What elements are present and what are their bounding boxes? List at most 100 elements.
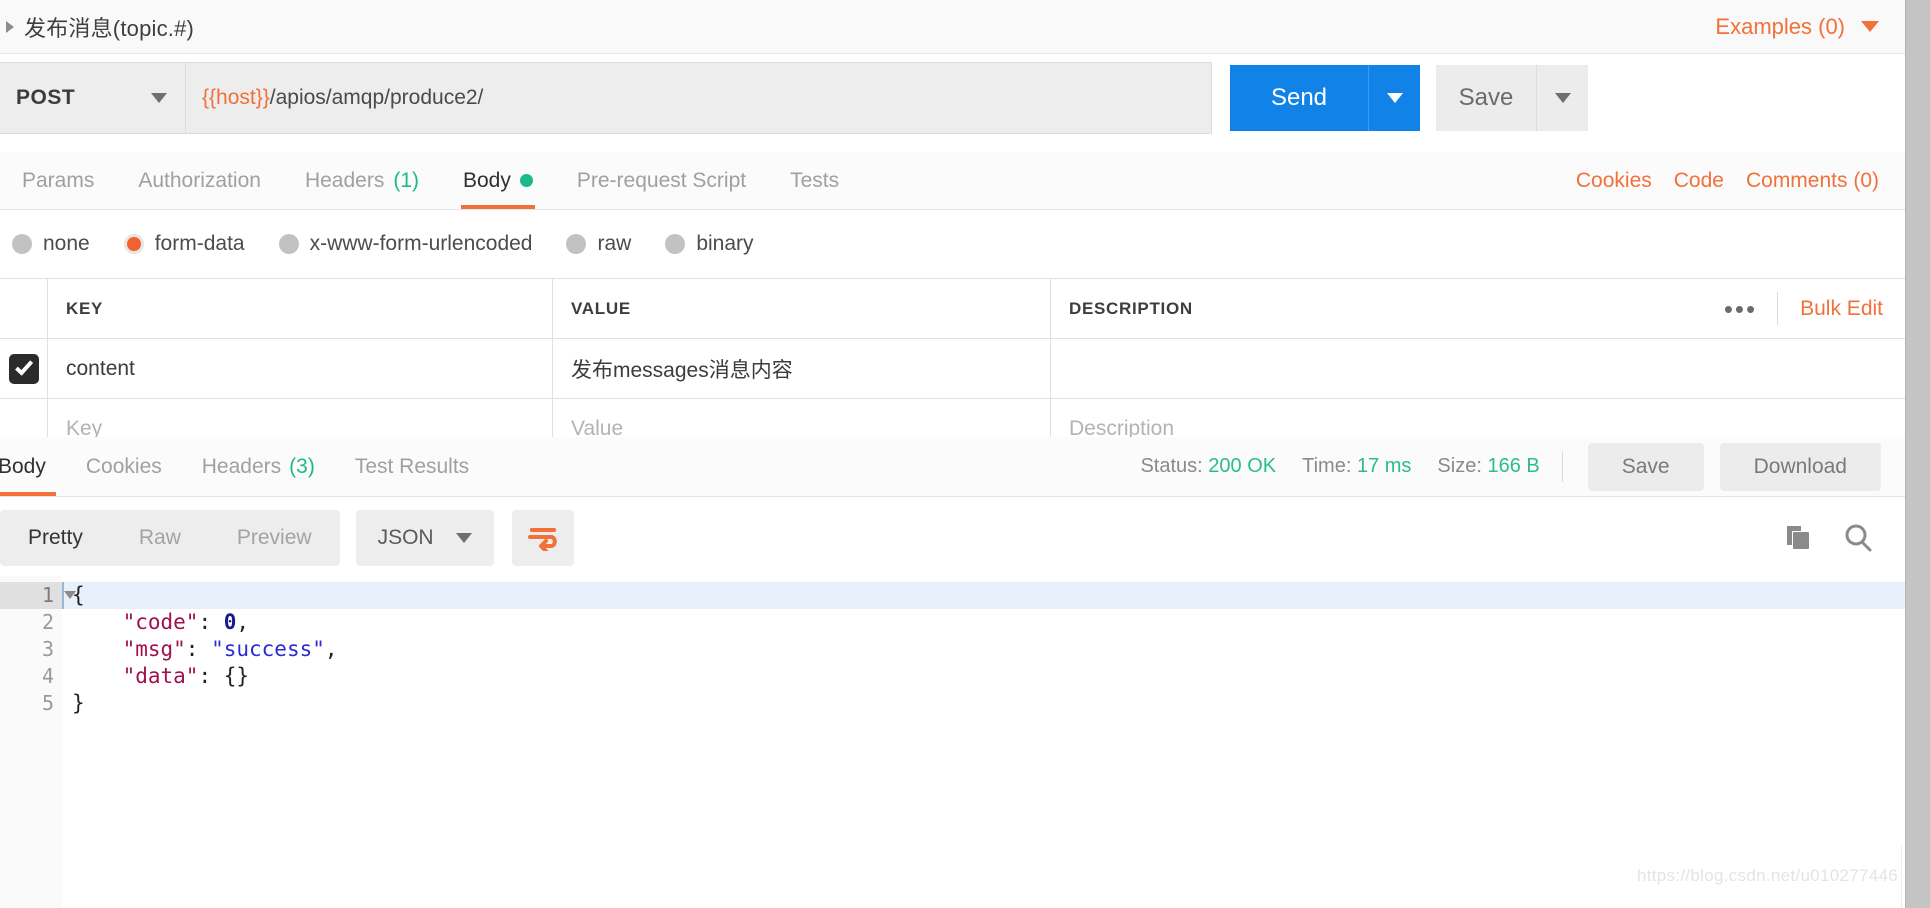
save-response-button[interactable]: Save xyxy=(1587,442,1704,491)
form-data-table: KEY VALUE DESCRIPTION ••• Bulk Edit cont… xyxy=(0,278,1905,459)
table-header-row: KEY VALUE DESCRIPTION ••• Bulk Edit xyxy=(0,279,1905,339)
word-wrap-icon xyxy=(527,528,557,551)
triangle-right-icon[interactable] xyxy=(6,20,14,33)
examples-dropdown[interactable]: Examples (0) xyxy=(1715,14,1879,40)
line-number: 1 xyxy=(0,582,76,609)
radio-icon xyxy=(665,234,686,254)
request-tab-bar: Params Authorization Headers (1) Body Pr… xyxy=(0,152,1905,210)
row-value-cell[interactable]: 发布messages消息内容 xyxy=(553,339,1051,398)
language-label: JSON xyxy=(377,526,434,549)
size-stat: Size: 166 B xyxy=(1437,455,1539,478)
tab-authorization[interactable]: Authorization xyxy=(116,152,283,209)
bulk-edit-button[interactable]: Bulk Edit xyxy=(1777,291,1883,326)
line-number: 3 xyxy=(41,637,54,661)
chevron-down-icon xyxy=(1554,93,1571,103)
comments-link[interactable]: Comments (0) xyxy=(1746,169,1879,193)
send-options-button[interactable] xyxy=(1368,65,1420,131)
status-label: Status: xyxy=(1140,455,1203,477)
postman-request-pane: 发布消息(topic.#) Examples (0) POST {{host}}… xyxy=(0,0,1930,908)
row-description-cell[interactable] xyxy=(1051,339,1905,398)
radio-icon xyxy=(12,234,32,254)
row-key-cell[interactable]: content xyxy=(48,339,553,398)
status-stat: Status: 200 OK xyxy=(1140,455,1276,478)
body-type-form-data[interactable]: form-data xyxy=(123,232,245,256)
response-tab-test-results[interactable]: Test Results xyxy=(335,437,489,496)
code-line-4: "data": {} xyxy=(122,664,250,688)
header-key-cell: KEY xyxy=(48,279,553,338)
http-method-select[interactable]: POST xyxy=(0,62,186,134)
table-header-actions: ••• Bulk Edit xyxy=(1704,291,1905,326)
url-variable: {{host}} xyxy=(202,86,270,109)
radio-icon xyxy=(278,234,299,254)
tab-count: (1) xyxy=(393,168,419,192)
radio-icon-selected xyxy=(123,234,144,254)
chevron-down-icon xyxy=(1386,93,1403,103)
tab-params[interactable]: Params xyxy=(0,152,116,209)
size-label: Size: xyxy=(1437,455,1482,477)
view-mode-pretty[interactable]: Pretty xyxy=(0,526,111,550)
tab-headers[interactable]: Headers (1) xyxy=(283,152,441,209)
bottom-divider xyxy=(1901,846,1902,908)
copy-icon[interactable] xyxy=(1781,521,1815,555)
tab-label: Authorization xyxy=(138,168,261,192)
response-tab-body[interactable]: Body xyxy=(0,437,66,496)
body-present-dot-icon xyxy=(519,174,533,187)
page-title: 发布消息(topic.#) xyxy=(24,15,195,41)
line-number: 4 xyxy=(41,664,54,688)
line-number: 2 xyxy=(41,610,54,634)
tab-pre-request-script[interactable]: Pre-request Script xyxy=(555,152,768,209)
http-method-label: POST xyxy=(16,86,76,109)
view-mode-raw[interactable]: Raw xyxy=(111,526,209,550)
save-button[interactable]: Save xyxy=(1436,65,1536,131)
row-enabled-checkbox[interactable] xyxy=(8,353,39,384)
url-bar: POST {{host}}/apios/amqp/produce2/ Send … xyxy=(0,62,1905,134)
download-response-button[interactable]: Download xyxy=(1719,442,1881,491)
radio-label: x-www-form-urlencoded xyxy=(309,232,533,255)
url-input[interactable]: {{host}}/apios/amqp/produce2/ xyxy=(186,62,1212,134)
cookies-link[interactable]: Cookies xyxy=(1576,169,1652,193)
header-checkbox-cell xyxy=(0,279,48,338)
response-language-select[interactable]: JSON xyxy=(355,510,494,566)
code-link[interactable]: Code xyxy=(1674,169,1724,193)
line-number-gutter: 1 2 3 4 5 xyxy=(0,576,76,908)
search-icon[interactable] xyxy=(1841,521,1875,555)
tab-label: Body xyxy=(0,454,46,478)
json-code-lines: { "code": 0, "msg": "success", "data": {… xyxy=(62,576,1905,908)
response-tab-cookies[interactable]: Cookies xyxy=(66,437,182,496)
view-mode-preview[interactable]: Preview xyxy=(209,526,340,550)
watermark: https://blog.csdn.net/u010277446 xyxy=(1636,866,1898,885)
tab-label: Pre-request Script xyxy=(576,168,747,192)
response-action-buttons: Save Download xyxy=(1561,437,1881,496)
word-wrap-toggle[interactable] xyxy=(511,510,574,566)
tab-body[interactable]: Body xyxy=(441,152,555,209)
tab-label: Headers xyxy=(201,454,282,478)
column-header-description: DESCRIPTION xyxy=(1069,298,1193,318)
save-options-button[interactable] xyxy=(1536,65,1588,131)
tab-label: Cookies xyxy=(85,454,162,478)
fold-triangle-icon[interactable] xyxy=(64,591,76,599)
request-title-bar: 发布消息(topic.#) Examples (0) xyxy=(0,0,1905,54)
size-value: 166 B xyxy=(1487,455,1540,477)
body-type-binary[interactable]: binary xyxy=(665,232,754,256)
time-stat: Time: 17 ms xyxy=(1302,455,1411,478)
url-path: /apios/amqp/produce2/ xyxy=(269,86,484,109)
code-line: { xyxy=(62,582,1905,609)
header-value-cell: VALUE xyxy=(553,279,1051,338)
body-type-x-www-form-urlencoded[interactable]: x-www-form-urlencoded xyxy=(278,232,533,256)
column-header-value: VALUE xyxy=(571,298,631,318)
code-line: } xyxy=(72,691,85,715)
more-options-icon[interactable]: ••• xyxy=(1704,296,1777,322)
response-viewer-icons xyxy=(1781,521,1905,555)
tab-label: Test Results xyxy=(354,454,470,478)
tab-label: Headers xyxy=(304,168,385,192)
tab-count: (3) xyxy=(289,454,315,478)
response-body-viewer[interactable]: 1 2 3 4 5 { "code": 0, "msg": "success",… xyxy=(0,576,1905,908)
tab-label: Params xyxy=(22,168,95,192)
tab-tests[interactable]: Tests xyxy=(768,152,861,209)
body-type-raw[interactable]: raw xyxy=(566,232,631,256)
body-type-none[interactable]: none xyxy=(12,232,90,256)
vertical-scrollbar[interactable] xyxy=(1905,0,1930,908)
send-button[interactable]: Send xyxy=(1230,65,1368,131)
response-tab-headers[interactable]: Headers (3) xyxy=(182,437,335,496)
row-key-value: content xyxy=(66,356,135,380)
